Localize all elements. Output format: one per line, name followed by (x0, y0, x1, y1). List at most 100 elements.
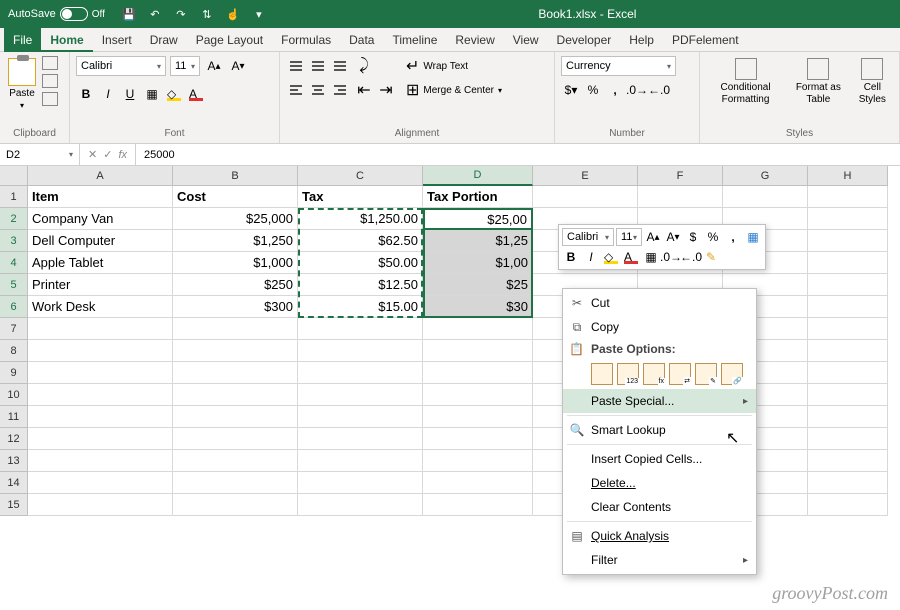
mini-comma-icon[interactable]: , (724, 228, 742, 246)
paste-opt-transpose[interactable]: ⇄ (669, 363, 691, 385)
save-icon[interactable]: 💾 (121, 6, 137, 22)
select-all-corner[interactable] (0, 166, 28, 186)
cell-h11[interactable] (808, 406, 888, 428)
font-size-combo[interactable]: 11▾ (170, 56, 200, 76)
cell-a8[interactable] (28, 340, 173, 362)
cell-a3[interactable]: Dell Computer (28, 230, 173, 252)
ctx-delete[interactable]: Delete... (563, 471, 756, 495)
mini-inc-decimal-button[interactable]: .0→ (662, 248, 680, 266)
cell-d12[interactable] (423, 428, 533, 450)
cell-f1[interactable] (638, 186, 723, 208)
cell-c6[interactable]: $15.00 (298, 296, 423, 318)
grow-font-icon[interactable]: A▴ (204, 56, 224, 76)
font-color-button[interactable]: A (186, 84, 206, 104)
cell-d9[interactable] (423, 362, 533, 384)
cell-a4[interactable]: Apple Tablet (28, 252, 173, 274)
tab-timeline[interactable]: Timeline (383, 28, 446, 52)
row-header-13[interactable]: 13 (0, 450, 28, 472)
merge-icon[interactable]: ⊞ (406, 80, 419, 100)
tab-pdfelement[interactable]: PDFelement (663, 28, 748, 52)
row-header-8[interactable]: 8 (0, 340, 28, 362)
copy-icon[interactable] (42, 74, 58, 88)
cell-h5[interactable] (808, 274, 888, 296)
merge-center-button[interactable]: Merge & Center (423, 85, 494, 96)
col-header-c[interactable]: C (298, 166, 423, 186)
cell-a1[interactable]: Item (28, 186, 173, 208)
paste-button[interactable]: Paste ▾ (6, 56, 38, 112)
format-as-table-button[interactable]: Format as Table (789, 56, 848, 108)
cell-a10[interactable] (28, 384, 173, 406)
row-header-12[interactable]: 12 (0, 428, 28, 450)
cell-d8[interactable] (423, 340, 533, 362)
mini-size-combo[interactable]: 11▾ (616, 228, 642, 246)
paste-opt-link[interactable]: 🔗 (721, 363, 743, 385)
confirm-formula-icon[interactable]: ✓ (103, 148, 112, 161)
paste-opt-formulas[interactable]: fx (643, 363, 665, 385)
tab-help[interactable]: Help (620, 28, 663, 52)
cell-c12[interactable] (298, 428, 423, 450)
cell-a13[interactable] (28, 450, 173, 472)
cell-h6[interactable] (808, 296, 888, 318)
shrink-font-icon[interactable]: A▾ (228, 56, 248, 76)
formula-input[interactable]: 25000 (136, 144, 900, 165)
row-header-11[interactable]: 11 (0, 406, 28, 428)
percent-format-button[interactable]: % (583, 80, 603, 100)
cell-h4[interactable] (808, 252, 888, 274)
comma-format-button[interactable]: , (605, 80, 625, 100)
name-box[interactable]: D2▾ (0, 144, 80, 165)
touch-icon[interactable]: ☝ (225, 6, 241, 22)
cell-d4[interactable]: $1,00 (423, 252, 533, 274)
tab-insert[interactable]: Insert (93, 28, 141, 52)
mini-shrink-font-icon[interactable]: A▾ (664, 228, 682, 246)
cell-d6[interactable]: $30 (423, 296, 533, 318)
mini-dec-decimal-button[interactable]: ←.0 (682, 248, 700, 266)
tab-draw[interactable]: Draw (141, 28, 187, 52)
ctx-copy[interactable]: ⧉Copy (563, 315, 756, 339)
cell-styles-button[interactable]: Cell Styles (852, 56, 893, 108)
tab-review[interactable]: Review (446, 28, 503, 52)
cell-c10[interactable] (298, 384, 423, 406)
cell-c15[interactable] (298, 494, 423, 516)
italic-button[interactable]: I (98, 84, 118, 104)
fill-color-button[interactable]: ◇ (164, 84, 184, 104)
cell-b2[interactable]: $25,000 (173, 208, 298, 230)
tab-view[interactable]: View (504, 28, 548, 52)
cell-c7[interactable] (298, 318, 423, 340)
cell-h12[interactable] (808, 428, 888, 450)
align-center-icon[interactable] (308, 80, 328, 100)
cell-h15[interactable] (808, 494, 888, 516)
number-format-combo[interactable]: Currency▾ (561, 56, 676, 76)
cell-a12[interactable] (28, 428, 173, 450)
cell-b13[interactable] (173, 450, 298, 472)
row-header-14[interactable]: 14 (0, 472, 28, 494)
cell-b10[interactable] (173, 384, 298, 406)
ctx-quick-analysis[interactable]: ▤Quick Analysis (563, 524, 756, 548)
cell-h10[interactable] (808, 384, 888, 406)
cell-b5[interactable]: $250 (173, 274, 298, 296)
accounting-format-button[interactable]: $▾ (561, 80, 581, 100)
align-bottom-icon[interactable] (330, 56, 350, 76)
cell-c13[interactable] (298, 450, 423, 472)
cell-b11[interactable] (173, 406, 298, 428)
mini-format-painter-icon[interactable]: ✎ (702, 248, 720, 266)
tab-file[interactable]: File (4, 28, 41, 52)
cell-h2[interactable] (808, 208, 888, 230)
cell-a15[interactable] (28, 494, 173, 516)
wrap-icon[interactable]: ↵ (406, 56, 419, 76)
col-header-g[interactable]: G (723, 166, 808, 186)
cell-d5[interactable]: $25 (423, 274, 533, 296)
cell-b14[interactable] (173, 472, 298, 494)
cell-a9[interactable] (28, 362, 173, 384)
font-name-combo[interactable]: Calibri▾ (76, 56, 166, 76)
mini-percent-icon[interactable]: % (704, 228, 722, 246)
paste-opt-values[interactable]: 123 (617, 363, 639, 385)
align-middle-icon[interactable] (308, 56, 328, 76)
col-header-d[interactable]: D (423, 166, 533, 186)
decrease-indent-icon[interactable]: ⇤ (354, 80, 374, 100)
cell-c3[interactable]: $62.50 (298, 230, 423, 252)
cell-h3[interactable] (808, 230, 888, 252)
cell-h8[interactable] (808, 340, 888, 362)
cell-g1[interactable] (723, 186, 808, 208)
cell-b15[interactable] (173, 494, 298, 516)
row-header-6[interactable]: 6 (0, 296, 28, 318)
